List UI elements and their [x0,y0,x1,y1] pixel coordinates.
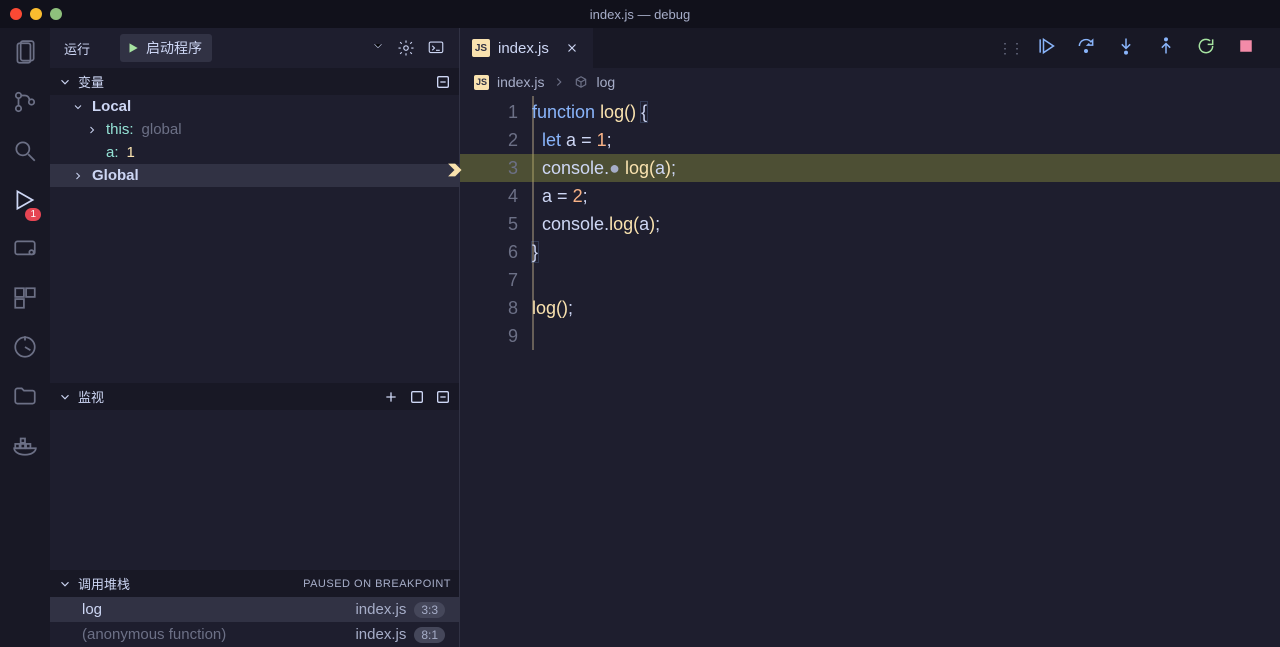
code-line[interactable]: 6} [460,238,1280,266]
watch-section-head[interactable]: 监视 [50,383,459,410]
remote-icon[interactable] [12,236,38,267]
code-line[interactable]: 7 [460,266,1280,294]
debug-console-icon[interactable] [427,39,445,57]
scope-global[interactable]: Global [50,164,459,187]
chevron-right-icon [86,124,98,136]
callstack-status: PAUSED ON BREAKPOINT [303,578,451,590]
watch-body [50,410,459,570]
chevron-down-icon [72,101,84,113]
variables-tree: Local this: global a: 1 Global [50,95,459,187]
collapse-icon[interactable] [435,74,451,90]
step-into-button[interactable] [1116,36,1136,61]
timeline-icon[interactable] [12,334,38,365]
chevron-down-icon [58,75,72,89]
run-title: 运行 [64,39,90,58]
code-area[interactable]: 1function log() {2 let a = 1;3 console.●… [460,96,1280,350]
collapse-icon[interactable] [409,389,425,405]
drag-handle-icon[interactable]: ⋮⋮ [998,40,1022,57]
callstack-frame-0[interactable]: log index.js3:3 [50,597,459,622]
restart-button[interactable] [1196,36,1216,61]
launch-dropdown[interactable] [371,39,385,58]
extensions-icon[interactable] [12,285,38,316]
code-line[interactable]: 5 console.log(a); [460,210,1280,238]
symbol-method-icon [574,75,588,89]
window-controls [10,8,62,20]
variables-section-head[interactable]: 变量 [50,68,459,95]
zoom-window[interactable] [50,8,62,20]
close-window[interactable] [10,8,22,20]
run-sidebar: 运行 启动程序 变量 Local this: global [50,28,460,647]
launch-select[interactable]: 启动程序 [120,34,212,62]
code-line[interactable]: 9 [460,322,1280,350]
chevron-right-icon [72,170,84,182]
step-over-button[interactable] [1076,36,1096,61]
var-this[interactable]: this: global [50,118,459,141]
tab-index-js[interactable]: JS index.js [460,28,593,68]
chevron-down-icon [58,390,72,404]
code-line[interactable]: 1function log() { [460,98,1280,126]
explorer-icon[interactable] [12,40,38,71]
settings-icon[interactable] [397,39,415,57]
titlebar: index.js — debug [0,0,1280,28]
search-icon[interactable] [12,138,38,169]
close-icon[interactable] [563,39,581,57]
tab-bar: JS index.js ⋮⋮ [460,28,1280,68]
window-title: index.js — debug [590,7,690,22]
chevron-down-icon [58,577,72,591]
code-line[interactable]: 2 let a = 1; [460,126,1280,154]
add-icon[interactable] [383,389,399,405]
collapse-all-icon[interactable] [435,389,451,405]
debug-toolbar: ⋮⋮ [998,36,1280,61]
activity-bar: 1 [0,28,50,647]
run-debug-icon[interactable]: 1 [12,187,38,218]
js-icon: JS [474,75,489,90]
code-line[interactable]: 8log(); [460,294,1280,322]
chevron-right-icon [552,75,566,89]
step-out-button[interactable] [1156,36,1176,61]
stop-button[interactable] [1236,36,1256,61]
js-icon: JS [472,39,490,57]
folder-icon[interactable] [12,383,38,414]
editor: JS index.js ⋮⋮ JS index.js log 1funct [460,28,1280,647]
debug-badge: 1 [25,208,41,221]
source-control-icon[interactable] [12,89,38,120]
var-a[interactable]: a: 1 [50,141,459,164]
continue-button[interactable] [1036,36,1056,61]
callstack-frame-1[interactable]: (anonymous function) index.js8:1 [50,622,459,647]
callstack-section-head[interactable]: 调用堆栈 PAUSED ON BREAKPOINT [50,570,459,597]
breadcrumb[interactable]: JS index.js log [460,68,1280,96]
docker-icon[interactable] [12,432,38,463]
run-header: 运行 启动程序 [50,28,459,68]
code-line[interactable]: 4 a = 2; [460,182,1280,210]
minimize-window[interactable] [30,8,42,20]
scope-local[interactable]: Local [50,95,459,118]
